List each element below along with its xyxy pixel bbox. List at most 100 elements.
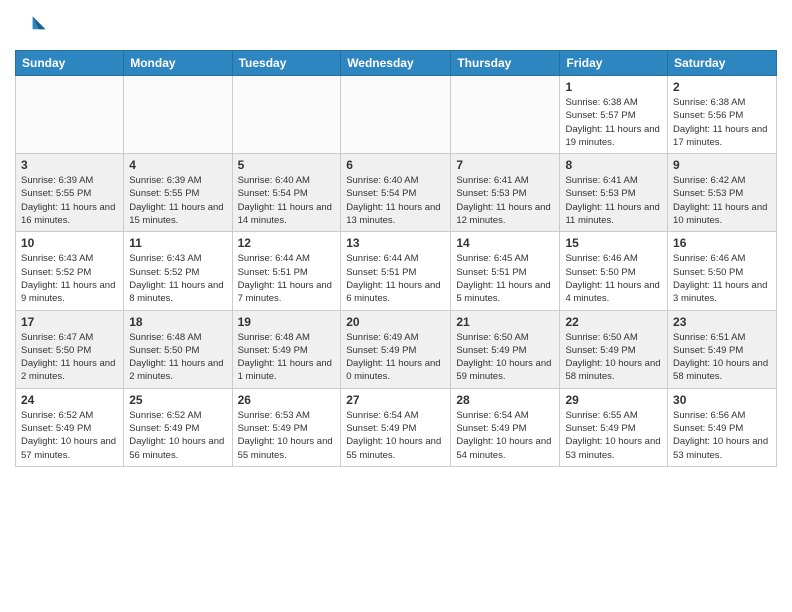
calendar-cell: 29 Sunrise: 6:55 AMSunset: 5:49 PMDayligh… — [560, 388, 668, 466]
col-header-sunday: Sunday — [16, 51, 124, 76]
day-info: Sunrise: 6:38 AMSunset: 5:56 PMDaylight:… — [673, 96, 771, 149]
day-number: 7 — [456, 158, 554, 172]
day-info: Sunrise: 6:55 AMSunset: 5:49 PMDaylight:… — [565, 409, 662, 462]
calendar-cell: 27 Sunrise: 6:54 AMSunset: 5:49 PMDayligh… — [341, 388, 451, 466]
calendar-cell: 8 Sunrise: 6:41 AMSunset: 5:53 PMDaylight… — [560, 154, 668, 232]
day-number: 27 — [346, 393, 445, 407]
day-info: Sunrise: 6:54 AMSunset: 5:49 PMDaylight:… — [346, 409, 445, 462]
calendar-cell — [124, 76, 232, 154]
calendar-cell: 12 Sunrise: 6:44 AMSunset: 5:51 PMDayligh… — [232, 232, 341, 310]
day-info: Sunrise: 6:38 AMSunset: 5:57 PMDaylight:… — [565, 96, 662, 149]
col-header-thursday: Thursday — [451, 51, 560, 76]
day-info: Sunrise: 6:44 AMSunset: 5:51 PMDaylight:… — [238, 252, 336, 305]
col-header-tuesday: Tuesday — [232, 51, 341, 76]
day-number: 24 — [21, 393, 118, 407]
day-number: 29 — [565, 393, 662, 407]
day-info: Sunrise: 6:45 AMSunset: 5:51 PMDaylight:… — [456, 252, 554, 305]
day-number: 9 — [673, 158, 771, 172]
day-info: Sunrise: 6:40 AMSunset: 5:54 PMDaylight:… — [238, 174, 336, 227]
calendar-cell: 25 Sunrise: 6:52 AMSunset: 5:49 PMDayligh… — [124, 388, 232, 466]
day-info: Sunrise: 6:39 AMSunset: 5:55 PMDaylight:… — [21, 174, 118, 227]
day-info: Sunrise: 6:53 AMSunset: 5:49 PMDaylight:… — [238, 409, 336, 462]
logo-icon — [15, 10, 47, 42]
calendar-cell: 2Sunrise: 6:38 AMSunset: 5:56 PMDaylight… — [668, 76, 777, 154]
day-info: Sunrise: 6:50 AMSunset: 5:49 PMDaylight:… — [565, 331, 662, 384]
calendar-cell — [341, 76, 451, 154]
day-number: 14 — [456, 236, 554, 250]
day-number: 3 — [21, 158, 118, 172]
day-info: Sunrise: 6:39 AMSunset: 5:55 PMDaylight:… — [129, 174, 226, 227]
col-header-saturday: Saturday — [668, 51, 777, 76]
day-info: Sunrise: 6:43 AMSunset: 5:52 PMDaylight:… — [21, 252, 118, 305]
calendar-cell: 26Sunrise: 6:53 AMSunset: 5:49 PMDayligh… — [232, 388, 341, 466]
calendar-week-row: 3 Sunrise: 6:39 AMSunset: 5:55 PMDaylight… — [16, 154, 777, 232]
calendar-cell: 23 Sunrise: 6:51 AMSunset: 5:49 PMDayligh… — [668, 310, 777, 388]
day-number: 13 — [346, 236, 445, 250]
calendar-week-row: 1 Sunrise: 6:38 AMSunset: 5:57 PMDaylight… — [16, 76, 777, 154]
calendar-cell: 21Sunrise: 6:50 AMSunset: 5:49 PMDayligh… — [451, 310, 560, 388]
day-number: 19 — [238, 315, 336, 329]
col-header-friday: Friday — [560, 51, 668, 76]
day-number: 30 — [673, 393, 771, 407]
page: SundayMondayTuesdayWednesdayThursdayFrid… — [0, 0, 792, 612]
day-number: 18 — [129, 315, 226, 329]
calendar-week-row: 10 Sunrise: 6:43 AMSunset: 5:52 PMDayligh… — [16, 232, 777, 310]
day-info: Sunrise: 6:40 AMSunset: 5:54 PMDaylight:… — [346, 174, 445, 227]
day-number: 22 — [565, 315, 662, 329]
calendar-cell: 16 Sunrise: 6:46 AMSunset: 5:50 PMDayligh… — [668, 232, 777, 310]
logo — [15, 10, 51, 42]
day-number: 25 — [129, 393, 226, 407]
day-info: Sunrise: 6:49 AMSunset: 5:49 PMDaylight:… — [346, 331, 445, 384]
day-number: 8 — [565, 158, 662, 172]
day-info: Sunrise: 6:46 AMSunset: 5:50 PMDaylight:… — [565, 252, 662, 305]
calendar-cell: 28 Sunrise: 6:54 AMSunset: 5:49 PMDayligh… — [451, 388, 560, 466]
calendar-cell: 7 Sunrise: 6:41 AMSunset: 5:53 PMDaylight… — [451, 154, 560, 232]
day-number: 17 — [21, 315, 118, 329]
day-info: Sunrise: 6:47 AMSunset: 5:50 PMDaylight:… — [21, 331, 118, 384]
day-number: 5 — [238, 158, 336, 172]
day-info: Sunrise: 6:48 AMSunset: 5:49 PMDaylight:… — [238, 331, 336, 384]
calendar-cell: 4 Sunrise: 6:39 AMSunset: 5:55 PMDaylight… — [124, 154, 232, 232]
calendar-cell: 11Sunrise: 6:43 AMSunset: 5:52 PMDayligh… — [124, 232, 232, 310]
calendar-week-row: 24 Sunrise: 6:52 AMSunset: 5:49 PMDayligh… — [16, 388, 777, 466]
calendar-cell: 15 Sunrise: 6:46 AMSunset: 5:50 PMDayligh… — [560, 232, 668, 310]
calendar-cell — [451, 76, 560, 154]
calendar-cell: 18 Sunrise: 6:48 AMSunset: 5:50 PMDayligh… — [124, 310, 232, 388]
col-header-wednesday: Wednesday — [341, 51, 451, 76]
calendar-cell — [16, 76, 124, 154]
calendar-cell: 20 Sunrise: 6:49 AMSunset: 5:49 PMDayligh… — [341, 310, 451, 388]
calendar-cell: 22 Sunrise: 6:50 AMSunset: 5:49 PMDayligh… — [560, 310, 668, 388]
day-number: 28 — [456, 393, 554, 407]
calendar-cell: 9Sunrise: 6:42 AMSunset: 5:53 PMDaylight… — [668, 154, 777, 232]
col-header-monday: Monday — [124, 51, 232, 76]
day-number: 4 — [129, 158, 226, 172]
day-info: Sunrise: 6:48 AMSunset: 5:50 PMDaylight:… — [129, 331, 226, 384]
header — [15, 10, 777, 42]
calendar-cell — [232, 76, 341, 154]
day-info: Sunrise: 6:54 AMSunset: 5:49 PMDaylight:… — [456, 409, 554, 462]
day-info: Sunrise: 6:46 AMSunset: 5:50 PMDaylight:… — [673, 252, 771, 305]
day-number: 6 — [346, 158, 445, 172]
calendar-cell: 14 Sunrise: 6:45 AMSunset: 5:51 PMDayligh… — [451, 232, 560, 310]
calendar-cell: 1 Sunrise: 6:38 AMSunset: 5:57 PMDaylight… — [560, 76, 668, 154]
calendar-cell: 30 Sunrise: 6:56 AMSunset: 5:49 PMDayligh… — [668, 388, 777, 466]
day-number: 12 — [238, 236, 336, 250]
calendar-cell: 10 Sunrise: 6:43 AMSunset: 5:52 PMDayligh… — [16, 232, 124, 310]
day-number: 16 — [673, 236, 771, 250]
day-info: Sunrise: 6:44 AMSunset: 5:51 PMDaylight:… — [346, 252, 445, 305]
calendar-table: SundayMondayTuesdayWednesdayThursdayFrid… — [15, 50, 777, 467]
day-number: 15 — [565, 236, 662, 250]
day-info: Sunrise: 6:52 AMSunset: 5:49 PMDaylight:… — [129, 409, 226, 462]
calendar-cell: 5 Sunrise: 6:40 AMSunset: 5:54 PMDaylight… — [232, 154, 341, 232]
day-info: Sunrise: 6:41 AMSunset: 5:53 PMDaylight:… — [565, 174, 662, 227]
day-number: 11 — [129, 236, 226, 250]
day-info: Sunrise: 6:41 AMSunset: 5:53 PMDaylight:… — [456, 174, 554, 227]
day-info: Sunrise: 6:51 AMSunset: 5:49 PMDaylight:… — [673, 331, 771, 384]
day-number: 20 — [346, 315, 445, 329]
calendar-cell: 13 Sunrise: 6:44 AMSunset: 5:51 PMDayligh… — [341, 232, 451, 310]
day-number: 1 — [565, 80, 662, 94]
day-info: Sunrise: 6:50 AMSunset: 5:49 PMDaylight:… — [456, 331, 554, 384]
day-number: 10 — [21, 236, 118, 250]
day-info: Sunrise: 6:56 AMSunset: 5:49 PMDaylight:… — [673, 409, 771, 462]
day-number: 23 — [673, 315, 771, 329]
